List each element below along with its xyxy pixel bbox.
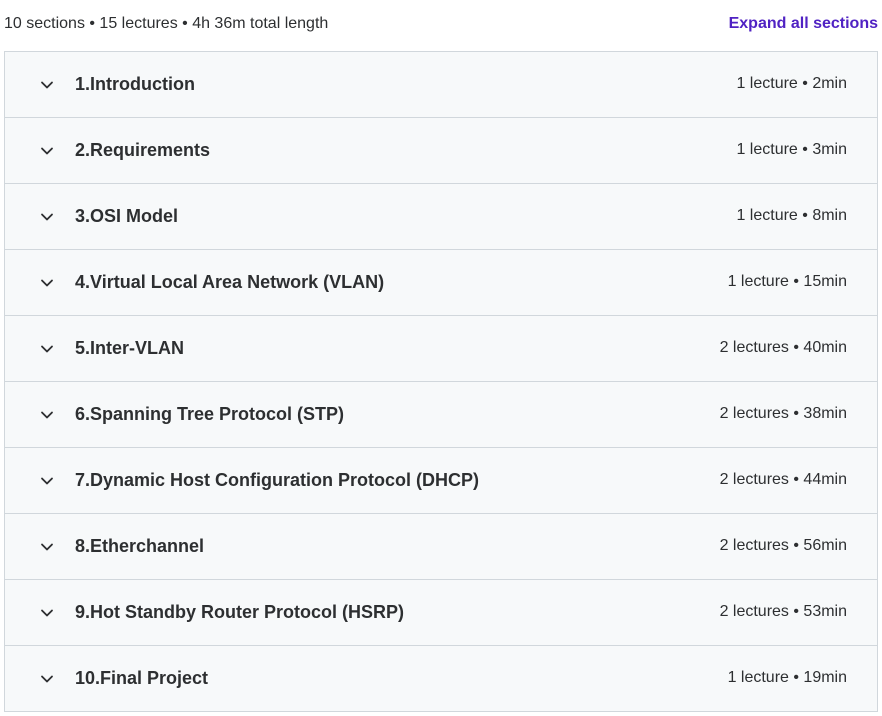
chevron-down-icon bbox=[39, 143, 55, 159]
section-meta: 2 lectures • 38min bbox=[719, 405, 847, 422]
curriculum-summary-text: 10 sections • 15 lectures • 4h 36m total… bbox=[4, 15, 329, 32]
section-title: 10.Final Project bbox=[75, 668, 209, 688]
section-meta: 1 lecture • 3min bbox=[736, 141, 847, 158]
section-meta: 1 lecture • 19min bbox=[727, 669, 847, 686]
section-hsrp[interactable]: 9.Hot Standby Router Protocol (HSRP) 2 l… bbox=[5, 580, 877, 646]
section-title: 4.Virtual Local Area Network (VLAN) bbox=[75, 272, 385, 292]
section-dhcp[interactable]: 7.Dynamic Host Configuration Protocol (D… bbox=[5, 448, 877, 514]
section-title: 5.Inter-VLAN bbox=[75, 338, 185, 358]
section-vlan[interactable]: 4.Virtual Local Area Network (VLAN) 1 le… bbox=[5, 250, 877, 316]
section-final-project[interactable]: 10.Final Project 1 lecture • 19min bbox=[5, 646, 877, 711]
section-title: 8.Etherchannel bbox=[75, 536, 205, 556]
section-requirements[interactable]: 2.Requirements 1 lecture • 3min bbox=[5, 118, 877, 184]
section-meta: 1 lecture • 8min bbox=[736, 207, 847, 224]
curriculum-sections-list: 1.Introduction 1 lecture • 2min 2.Requir… bbox=[4, 51, 878, 712]
chevron-down-icon bbox=[39, 605, 55, 621]
section-meta: 2 lectures • 56min bbox=[719, 537, 847, 554]
section-title: 9.Hot Standby Router Protocol (HSRP) bbox=[75, 602, 405, 622]
chevron-down-icon bbox=[39, 77, 55, 93]
chevron-down-icon bbox=[39, 341, 55, 357]
chevron-down-icon bbox=[39, 539, 55, 555]
section-title: 1.Introduction bbox=[75, 74, 195, 94]
section-meta: 2 lectures • 40min bbox=[719, 339, 847, 356]
chevron-down-icon bbox=[39, 407, 55, 423]
section-title: 2.Requirements bbox=[75, 140, 211, 160]
section-meta: 1 lecture • 2min bbox=[736, 75, 847, 92]
section-title: 3.OSI Model bbox=[75, 206, 179, 226]
chevron-down-icon bbox=[39, 209, 55, 225]
section-inter-vlan[interactable]: 5.Inter-VLAN 2 lectures • 40min bbox=[5, 316, 877, 382]
chevron-down-icon bbox=[39, 275, 55, 291]
chevron-down-icon bbox=[39, 671, 55, 687]
expand-all-sections-button[interactable]: Expand all sections bbox=[729, 15, 878, 33]
section-stp[interactable]: 6.Spanning Tree Protocol (STP) 2 lecture… bbox=[5, 382, 877, 448]
section-meta: 1 lecture • 15min bbox=[727, 273, 847, 290]
section-title: 7.Dynamic Host Configuration Protocol (D… bbox=[75, 470, 480, 490]
section-meta: 2 lectures • 53min bbox=[719, 603, 847, 620]
section-etherchannel[interactable]: 8.Etherchannel 2 lectures • 56min bbox=[5, 514, 877, 580]
section-osi-model[interactable]: 3.OSI Model 1 lecture • 8min bbox=[5, 184, 877, 250]
curriculum-summary-bar: 10 sections • 15 lectures • 4h 36m total… bbox=[0, 0, 882, 51]
section-meta: 2 lectures • 44min bbox=[719, 471, 847, 488]
section-introduction[interactable]: 1.Introduction 1 lecture • 2min bbox=[5, 52, 877, 118]
chevron-down-icon bbox=[39, 473, 55, 489]
section-title: 6.Spanning Tree Protocol (STP) bbox=[75, 404, 345, 424]
